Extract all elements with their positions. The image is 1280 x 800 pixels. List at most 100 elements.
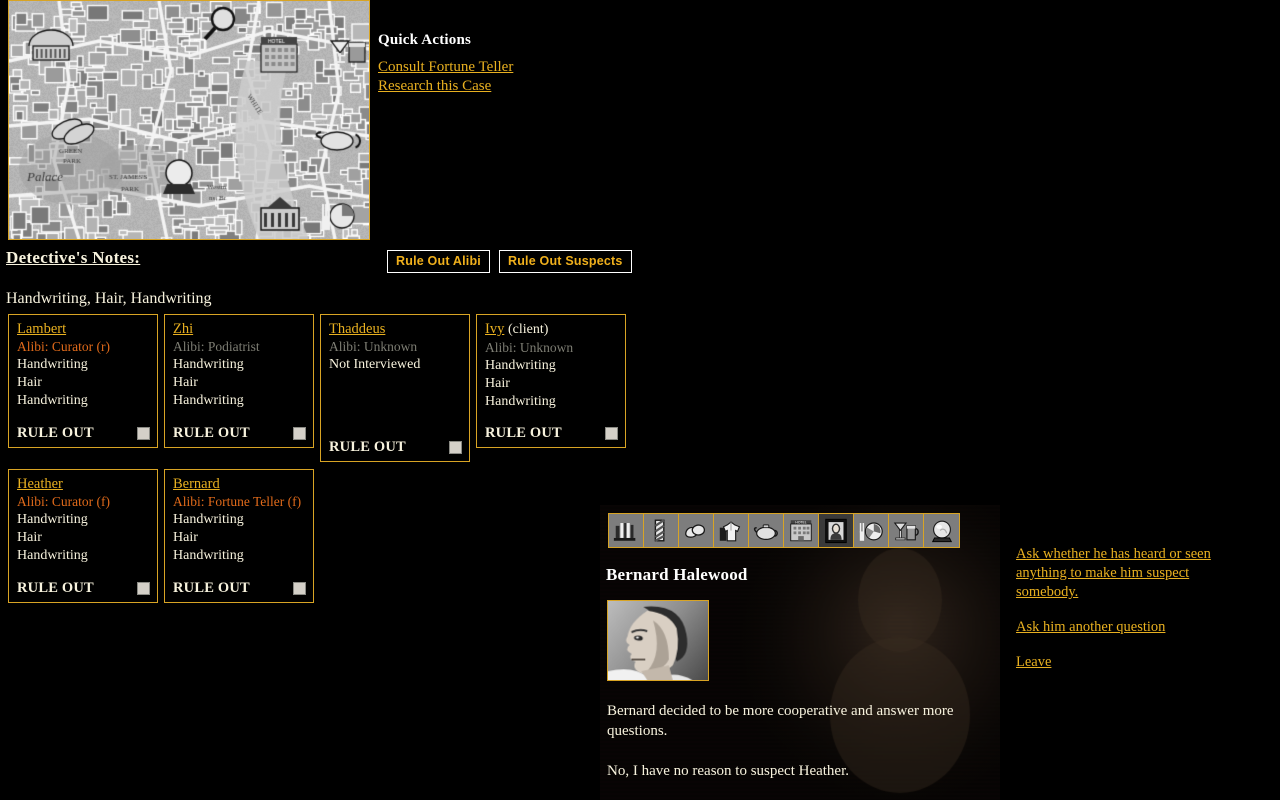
portrait-canvas (608, 601, 708, 680)
suspect-card: Lambert Alibi: Curator (r) Handwriting Hair… (8, 314, 158, 448)
rule-out-checkbox[interactable] (137, 582, 150, 595)
suspect-name-link[interactable]: Zhi (173, 321, 193, 337)
rule-out-checkbox[interactable] (137, 427, 150, 440)
suspect-evidence-item: Hair (173, 530, 198, 545)
quick-action-research-this-case[interactable]: Research this Case (378, 77, 491, 96)
hotel-icon: HOTEL (790, 520, 812, 542)
suspect-evidence-item: Handwriting (17, 548, 88, 563)
dialogue-paragraph: No, I have no reason to suspect Heather. (607, 763, 850, 779)
suspect-evidence-item: Handwriting (173, 548, 244, 563)
top-area: Quick Actions Consult Fortune Teller Res… (0, 0, 1280, 248)
suspect-evidence-list: Handwriting Hair Handwriting (17, 356, 150, 419)
suspect-card: Heather Alibi: Curator (f) Handwriting Hair… (8, 469, 158, 603)
suspect-rule-out-row: RULE OUT (329, 439, 462, 456)
location-button-cobbler[interactable] (679, 514, 714, 547)
pub-icon (893, 522, 919, 541)
suspect-alibi: Alibi: Unknown (329, 339, 418, 354)
suspect-card: Bernard Alibi: Fortune Teller (f) Handwrit… (164, 469, 314, 603)
location-button-pub[interactable] (889, 514, 924, 547)
location-button-art-gallery[interactable] (819, 514, 854, 547)
rule-out-checkbox[interactable] (605, 427, 618, 440)
suspect-name-link[interactable]: Lambert (17, 321, 66, 337)
suspect-card: Zhi Alibi: Podiatrist Handwriting Hair Handw… (164, 314, 314, 448)
suspect-card: Thaddeus Alibi: Unknown Not Interviewed RUL… (320, 314, 470, 462)
shoes-icon (685, 524, 706, 538)
suspect-evidence-item: Handwriting (485, 358, 556, 373)
interview-portrait (607, 600, 709, 681)
suspect-tag: (client) (507, 322, 549, 337)
rule-out-label: RULE OUT (17, 580, 94, 596)
suspect-evidence-item: Handwriting (173, 512, 244, 527)
rule-out-label: RULE OUT (329, 439, 406, 455)
suspect-rule-out-row: RULE OUT (485, 425, 618, 442)
quick-actions-panel: Quick Actions Consult Fortune Teller Res… (378, 32, 708, 96)
suspect-evidence-item: Handwriting (17, 357, 88, 372)
rule-out-label: RULE OUT (173, 425, 250, 441)
interview-option[interactable]: Ask him another question (1016, 618, 1236, 637)
rule-out-alibi-button[interactable]: Rule Out Alibi (387, 250, 490, 273)
suspect-evidence-list: Handwriting Hair Handwriting (485, 357, 618, 419)
city-map[interactable] (8, 0, 370, 240)
suspect-evidence-list: Handwriting Hair Handwriting (17, 511, 150, 574)
interview-option[interactable]: Leave (1016, 653, 1236, 672)
rule-out-checkbox[interactable] (449, 441, 462, 454)
suspect-evidence-item: Hair (17, 375, 42, 390)
suspect-name-row: Zhi (173, 320, 306, 338)
suspect-alibi: Alibi: Curator (f) (17, 494, 110, 509)
teapot-icon (753, 524, 778, 540)
suspect-name-row: Lambert (17, 320, 150, 338)
rule-out-checkbox[interactable] (293, 427, 306, 440)
suspect-name-link[interactable]: Thaddeus (329, 321, 385, 337)
suspect-rule-out-row: RULE OUT (173, 425, 306, 442)
rule-out-label: RULE OUT (17, 425, 94, 441)
quick-action-consult-fortune-teller[interactable]: Consult Fortune Teller (378, 58, 513, 77)
location-button-tea-shop[interactable] (749, 514, 784, 547)
suspect-name-row: Thaddeus (329, 320, 462, 338)
interview-character-name: Bernard Halewood (606, 565, 748, 584)
page-title: Detective's Notes: (6, 248, 141, 267)
suspect-name-link[interactable]: Heather (17, 476, 63, 492)
location-button-library[interactable] (609, 514, 644, 547)
location-button-hotel[interactable]: HOTEL (784, 514, 819, 547)
suspect-evidence-item: Hair (17, 530, 42, 545)
library-icon (613, 523, 636, 541)
suspect-name-link[interactable]: Bernard (173, 476, 220, 492)
suspect-evidence-item: Handwriting (17, 393, 88, 408)
suspect-evidence-item: Handwriting (173, 357, 244, 372)
suspect-evidence-item: Hair (173, 375, 198, 390)
suspect-alibi: Alibi: Podiatrist (173, 339, 260, 354)
suspect-evidence-item: Handwriting (173, 393, 244, 408)
location-button-fortune-teller[interactable] (924, 514, 959, 547)
interview-option[interactable]: Ask whether he has heard or seen anythin… (1016, 545, 1236, 602)
notes-header-bar: Detective's Notes: Rule Out Alibi Rule O… (0, 248, 1280, 284)
suspect-evidence-item: Handwriting (17, 512, 88, 527)
rule-out-checkbox[interactable] (293, 582, 306, 595)
suspect-name-link[interactable]: Ivy (485, 321, 504, 337)
interview-panel: HOTEL Bernard Halewood Bernard decided t… (600, 505, 1280, 800)
suspect-evidence-list: Handwriting Hair Handwriting (173, 511, 306, 574)
suspect-card: Ivy (client) Alibi: Unknown Handwriting Hai… (476, 314, 626, 448)
suspect-rule-out-row: RULE OUT (17, 580, 150, 597)
city-map-canvas[interactable] (9, 1, 369, 239)
location-button-barber[interactable] (644, 514, 679, 547)
restaurant-icon (859, 522, 883, 541)
suspect-evidence-list: Not Interviewed (329, 356, 462, 433)
location-toolbar: HOTEL (608, 513, 960, 548)
suspect-rule-out-row: RULE OUT (17, 425, 150, 442)
rule-out-label: RULE OUT (485, 425, 562, 441)
crystal-ball-icon (931, 520, 952, 543)
location-button-restaurant[interactable] (854, 514, 889, 547)
suspect-name-row: Heather (17, 475, 150, 493)
suspect-evidence-item: Not Interviewed (329, 357, 421, 372)
suspect-alibi: Alibi: Unknown (485, 340, 574, 355)
dialogue-paragraph: Bernard decided to be more cooperative a… (607, 703, 954, 739)
laundry-shirt-icon (719, 521, 741, 542)
quick-actions-title: Quick Actions (378, 32, 472, 48)
barber-pole-icon (654, 519, 665, 542)
location-button-laundry[interactable] (714, 514, 749, 547)
suspect-rule-out-row: RULE OUT (173, 580, 306, 597)
rule-out-suspects-button[interactable]: Rule Out Suspects (498, 250, 632, 273)
interview-options: Ask whether he has heard or seen anythin… (1016, 545, 1236, 688)
evidence-summary: Handwriting, Hair, Handwriting (6, 290, 212, 307)
rule-out-button-group: Rule Out Alibi Rule Out Suspects (387, 250, 632, 273)
